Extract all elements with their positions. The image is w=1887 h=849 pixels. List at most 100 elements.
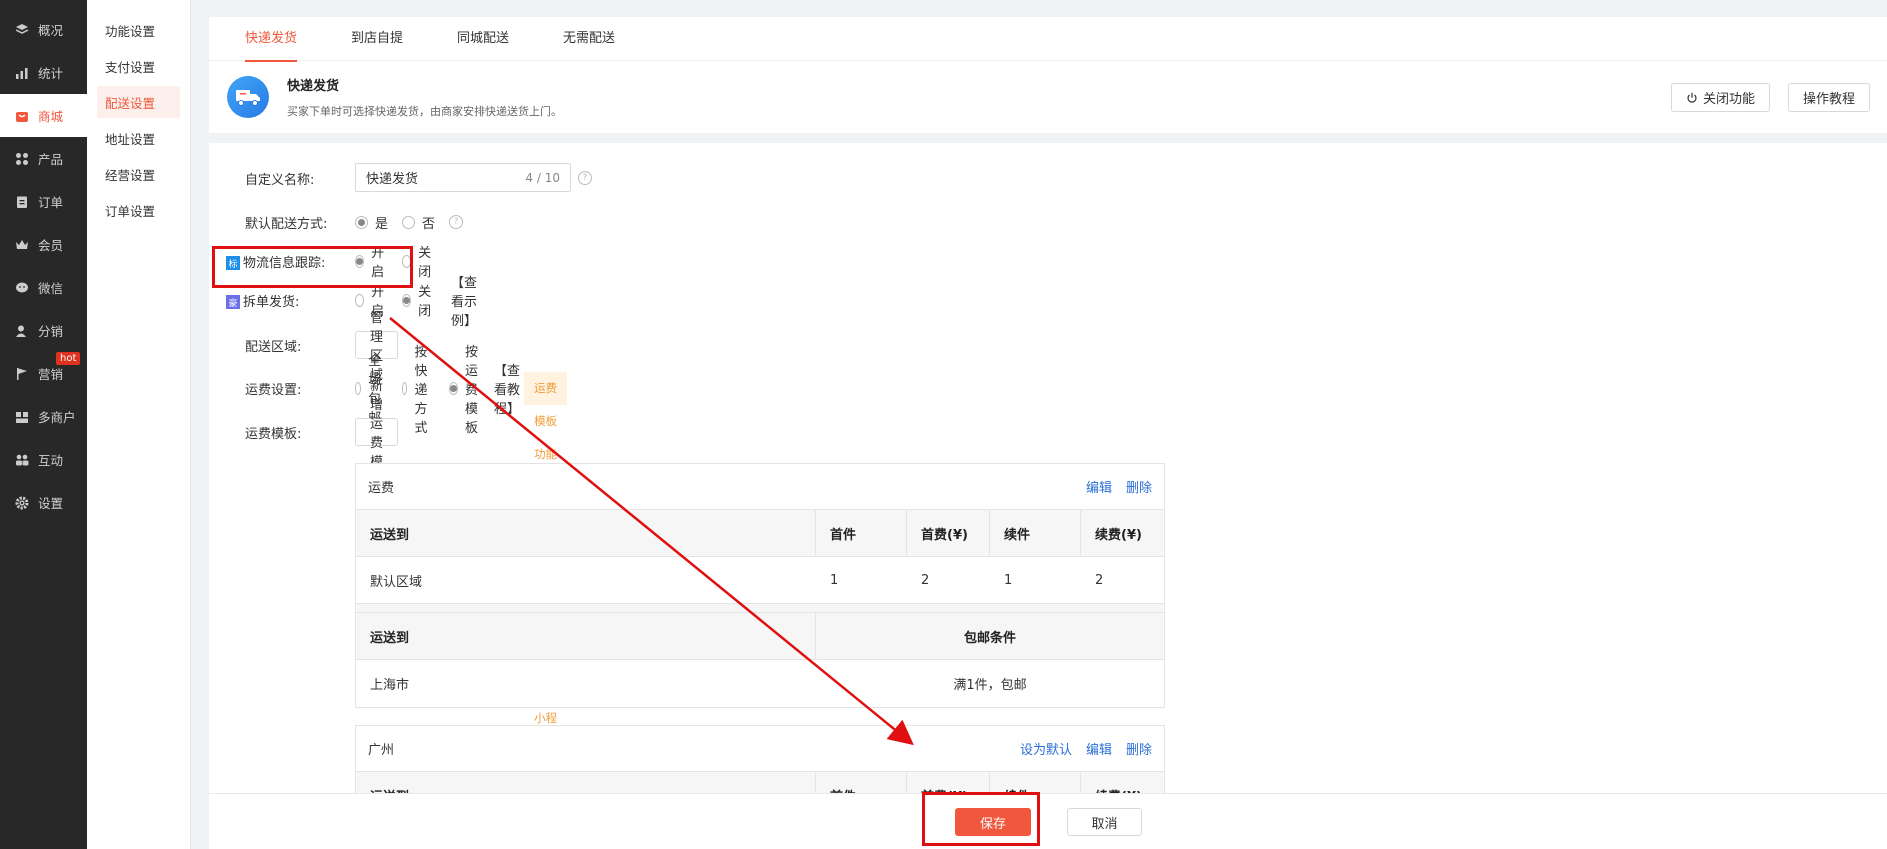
freight-template-table: 广州 设为默认编辑删除 运送到 首件 首费(¥) 续件 续费(¥) xyxy=(355,725,1165,793)
tab-local[interactable]: 同城配送 xyxy=(457,17,536,61)
submenu-item-business[interactable]: 经营设置 xyxy=(97,158,180,190)
default-mode-label: 默认配送方式: xyxy=(245,216,328,232)
char-count: 4 / 10 xyxy=(525,170,560,185)
name-label: 自定义名称: xyxy=(245,172,315,188)
main-sidebar: 概况 统计 商城 产品 订单 会员 微信 分销 营销 hot 多商户 互动 设置 xyxy=(0,0,87,849)
store-icon xyxy=(14,409,30,425)
sidebar-item-label: 订单 xyxy=(38,195,64,210)
sidebar-item-interaction[interactable]: 互动 xyxy=(0,438,87,481)
sidebar-item-marketing[interactable]: 营销 hot xyxy=(0,352,87,395)
row-name: 自定义名称: 快递发货 4 / 10 ? xyxy=(209,163,592,193)
sidebar-item-wechat[interactable]: 微信 xyxy=(0,266,87,309)
sidebar-item-label: 设置 xyxy=(38,496,64,511)
sidebar-item-overview[interactable]: 概况 xyxy=(0,8,87,51)
sidebar-item-label: 统计 xyxy=(38,66,64,81)
submenu-item-order[interactable]: 订单设置 xyxy=(97,194,180,226)
layers-icon xyxy=(14,22,30,38)
row-default-mode: 默认配送方式: 是 否 ? xyxy=(209,207,464,237)
row-freight: 运费设置: 全场包邮 按快递方式 按运费模板 【查看教程】 运费模板功能仅对最新… xyxy=(209,345,568,791)
sidebar-item-label: 会员 xyxy=(38,238,64,253)
freight-label: 运费设置: xyxy=(245,382,302,398)
help-icon[interactable]: ? xyxy=(449,215,464,229)
sidebar-item-label: 分销 xyxy=(38,324,64,339)
freight-notice: 运费模板功能仅对最新版小程序生效，请将小程序提交审核，通过后会自动生效 xyxy=(524,371,568,791)
gear-icon xyxy=(14,495,30,511)
default-yes-radio[interactable]: 是 xyxy=(355,213,388,232)
sidebar-item-label: 营销 xyxy=(38,367,64,382)
table-row: 上海市 满1件，包邮 xyxy=(370,678,1027,693)
sidebar-item-members[interactable]: 会员 xyxy=(0,223,87,266)
area-label: 配送区域: xyxy=(245,339,302,355)
sidebar-item-label: 互动 xyxy=(38,453,64,468)
service-info: 快递发货 买家下单时可选择快递发货，由商家安排快递送货上门。 xyxy=(227,75,562,119)
tab-none[interactable]: 无需配送 xyxy=(563,17,642,61)
sidebar-item-distribution[interactable]: 分销 xyxy=(0,309,87,352)
template-title: 广州 xyxy=(368,743,395,758)
edit-link[interactable]: 编辑 xyxy=(1086,481,1112,496)
bottom-action-bar: 保存 取消 xyxy=(209,793,1887,849)
set-default-link[interactable]: 设为默认 xyxy=(1020,743,1072,758)
submenu-item-delivery[interactable]: 配送设置 xyxy=(97,86,180,118)
highlight-box-save xyxy=(922,792,1040,846)
split-label: 拆单发货: xyxy=(243,294,300,310)
sidebar-item-label: 多商户 xyxy=(38,410,76,425)
hot-badge: hot xyxy=(56,352,81,365)
sidebar-item-label: 概况 xyxy=(38,23,64,38)
sidebar-item-orders[interactable]: 订单 xyxy=(0,180,87,223)
freight-template-radio[interactable]: 按运费模板 xyxy=(449,341,482,436)
crown-icon xyxy=(14,237,30,253)
service-title: 快递发货 xyxy=(287,79,340,94)
table-header-row: 运送到 首件 首费(¥) 续件 续费(¥) xyxy=(356,772,1164,793)
tab-express[interactable]: 快递发货 xyxy=(245,17,324,62)
name-input[interactable]: 快递发货 4 / 10 xyxy=(355,163,571,192)
freight-express-radio[interactable]: 按快递方式 xyxy=(402,341,435,436)
sidebar-item-shop[interactable]: 商城 xyxy=(0,94,87,137)
premium-badge: 豪 xyxy=(226,295,240,309)
add-template-button[interactable]: 新增运费模板 xyxy=(355,379,399,489)
row-template: 运费模板: 新增运费模板 xyxy=(209,379,399,489)
sidebar-item-label: 微信 xyxy=(38,281,64,296)
cancel-button[interactable]: 取消 xyxy=(1067,808,1142,836)
sidebar-item-label: 商城 xyxy=(38,109,64,124)
chart-icon xyxy=(14,65,30,81)
help-icon[interactable]: ? xyxy=(578,170,592,185)
free-shipping-header-row: 运送到 包邮条件 xyxy=(356,613,1164,660)
sidebar-item-label: 产品 xyxy=(38,152,64,167)
header-card: 快递发货 到店自提 同城配送 无需配送 快递发货 买家下单时可选择快递发货，由商… xyxy=(209,17,1887,133)
highlight-box-tracking xyxy=(212,246,413,288)
view-tutorial-link[interactable]: 【查看教程】 xyxy=(494,360,520,417)
submenu-item-function[interactable]: 功能设置 xyxy=(97,14,180,46)
default-no-radio[interactable]: 否 xyxy=(402,213,435,232)
power-icon xyxy=(1686,92,1698,104)
grid-icon xyxy=(14,151,30,167)
template-title: 运费 xyxy=(368,481,395,496)
close-function-button[interactable]: 关闭功能 xyxy=(1670,83,1770,112)
settings-form: 自定义名称: 快递发货 4 / 10 ? 默认配送方式: 是 否 ? 标物流信息… xyxy=(209,143,1887,793)
people-icon xyxy=(14,452,30,468)
users-icon xyxy=(14,323,30,339)
truck-icon xyxy=(227,76,269,118)
sub-menu: 功能设置 支付设置 配送设置 地址设置 经营设置 订单设置 xyxy=(87,0,191,849)
sidebar-item-merchants[interactable]: 多商户 xyxy=(0,395,87,438)
edit-link[interactable]: 编辑 xyxy=(1086,743,1112,758)
shop-icon xyxy=(14,108,30,124)
delete-link[interactable]: 删除 xyxy=(1126,481,1152,496)
wechat-icon xyxy=(14,280,30,296)
flag-icon xyxy=(14,366,30,382)
clipboard-icon xyxy=(14,194,30,210)
template-label: 运费模板: xyxy=(245,426,302,442)
delete-link[interactable]: 删除 xyxy=(1126,743,1152,758)
service-desc: 买家下单时可选择快递发货，由商家安排快递送货上门。 xyxy=(287,105,562,118)
delivery-tabs: 快递发货 到店自提 同城配送 无需配送 xyxy=(209,17,1887,62)
tab-pickup[interactable]: 到店自提 xyxy=(351,17,430,61)
row-area: 配送区域: 管理区域 xyxy=(209,311,399,383)
row-split: 豪拆单发货: 开启 关闭 【查看示例】 xyxy=(209,276,477,329)
submenu-item-address[interactable]: 地址设置 xyxy=(97,122,180,154)
tutorial-button[interactable]: 操作教程 xyxy=(1787,83,1870,112)
freight-template-table: 运费 编辑 删除 运送到 首件 首费(¥) 续件 续费(¥) 默认区域 1 2 1… xyxy=(355,463,1165,708)
sidebar-item-stats[interactable]: 统计 xyxy=(0,51,87,94)
sidebar-item-products[interactable]: 产品 xyxy=(0,137,87,180)
view-example-link[interactable]: 【查看示例】 xyxy=(451,272,477,329)
sidebar-item-settings[interactable]: 设置 xyxy=(0,481,87,524)
submenu-item-payment[interactable]: 支付设置 xyxy=(97,50,180,82)
